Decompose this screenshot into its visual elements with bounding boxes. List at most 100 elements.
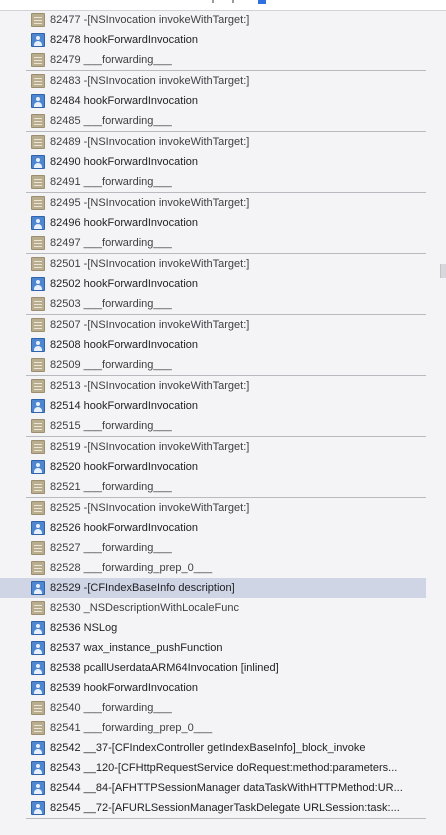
stack-frame-row[interactable]: 82514 hookForwardInvocation: [26, 396, 426, 416]
stack-frame-row[interactable]: 82490 hookForwardInvocation: [26, 152, 426, 172]
system-library-icon: [31, 480, 45, 494]
stack-frame-row[interactable]: 82529 -[CFIndexBaseInfo description]: [0, 578, 426, 598]
user-code-icon: [31, 621, 45, 635]
stack-frame-row[interactable]: 82537 wax_instance_pushFunction: [26, 638, 426, 658]
frame-number: 82520: [50, 461, 81, 473]
frame-number: 82509: [50, 359, 81, 371]
stack-frame-row[interactable]: 82542 __37-[CFIndexController getIndexBa…: [26, 738, 426, 758]
frame-number: 82478: [50, 34, 81, 46]
system-library-icon: [31, 53, 45, 67]
system-library-icon: [31, 236, 45, 250]
frame-label: 82495 -[NSInvocation invokeWithTarget:]: [50, 196, 249, 210]
stack-frame-row[interactable]: 82519 -[NSInvocation invokeWithTarget:]: [26, 437, 426, 457]
stack-frame-row[interactable]: 82509 ___forwarding___: [26, 355, 426, 375]
toolbar-control[interactable]: [232, 0, 234, 3]
user-code-icon: [31, 641, 45, 655]
frame-label: 82541 ___forwarding_prep_0___: [50, 721, 212, 735]
stack-frame-row[interactable]: 82496 hookForwardInvocation: [26, 213, 426, 233]
scrollbar[interactable]: [440, 264, 446, 278]
stack-frame-row[interactable]: 82521 ___forwarding___: [26, 477, 426, 497]
frame-number: 82508: [50, 339, 81, 351]
frame-label: 82502 hookForwardInvocation: [50, 277, 198, 291]
frame-label: 82527 ___forwarding___: [50, 541, 172, 555]
stack-frame-row[interactable]: 82484 hookForwardInvocation: [26, 91, 426, 111]
user-code-icon: [31, 781, 45, 795]
frame-label: 82490 hookForwardInvocation: [50, 155, 198, 169]
stack-frame-row[interactable]: 82543 __120-[CFHttpRequestService doRequ…: [26, 758, 426, 778]
system-library-icon: [31, 318, 45, 332]
frame-symbol: ___forwarding___: [83, 359, 172, 371]
frame-number: 82503: [50, 298, 81, 310]
stack-frame-row[interactable]: 82503 ___forwarding___: [26, 294, 426, 314]
stack-frame-row[interactable]: 82536 NSLog: [26, 618, 426, 638]
frame-label: 82530 _NSDescriptionWithLocaleFunc: [50, 601, 239, 615]
frame-symbol: ___forwarding___: [83, 481, 172, 493]
toolbar-control[interactable]: [212, 0, 214, 3]
frame-group: 82495 -[NSInvocation invokeWithTarget:] 8…: [26, 193, 426, 254]
stack-frame-row[interactable]: 82540 ___forwarding___: [26, 698, 426, 718]
stack-frame-row[interactable]: 82478 hookForwardInvocation: [26, 30, 426, 50]
frame-group: 82519 -[NSInvocation invokeWithTarget:] 8…: [26, 437, 426, 498]
frame-number: 82501: [50, 258, 81, 270]
stack-frame-row[interactable]: 82501 -[NSInvocation invokeWithTarget:]: [26, 254, 426, 274]
stack-frame-row[interactable]: 82483 -[NSInvocation invokeWithTarget:]: [26, 71, 426, 91]
frame-symbol: -[CFIndexBaseInfo description]: [83, 582, 235, 594]
stack-frame-row[interactable]: 82497 ___forwarding___: [26, 233, 426, 253]
stack-frame-row[interactable]: 82491 ___forwarding___: [26, 172, 426, 192]
stack-frame-row[interactable]: 82539 hookForwardInvocation: [26, 678, 426, 698]
user-code-icon: [31, 521, 45, 535]
stack-frame-row[interactable]: 82538 pcallUserdataARM64Invocation [inli…: [26, 658, 426, 678]
frame-symbol: -[NSInvocation invokeWithTarget:]: [83, 136, 250, 148]
system-library-icon: [31, 561, 45, 575]
user-code-icon: [31, 661, 45, 675]
frame-symbol: __84-[AFHTTPSessionManager dataTaskWithH…: [83, 782, 403, 794]
stack-frame-row[interactable]: 82527 ___forwarding___: [26, 538, 426, 558]
stack-frame-row[interactable]: 82489 -[NSInvocation invokeWithTarget:]: [26, 132, 426, 152]
frame-symbol: ___forwarding___: [83, 542, 172, 554]
stack-frame-row[interactable]: 82544 __84-[AFHTTPSessionManager dataTas…: [26, 778, 426, 798]
frame-symbol: ___forwarding___: [83, 298, 172, 310]
stack-frame-row[interactable]: 82485 ___forwarding___: [26, 111, 426, 131]
frame-symbol: ___forwarding___: [83, 702, 172, 714]
user-code-icon: [31, 338, 45, 352]
stack-frame-row[interactable]: 82507 -[NSInvocation invokeWithTarget:]: [26, 315, 426, 335]
stack-frame-row[interactable]: 82477 -[NSInvocation invokeWithTarget:]: [26, 10, 426, 30]
stack-frame-row[interactable]: 82495 -[NSInvocation invokeWithTarget:]: [26, 193, 426, 213]
frame-symbol: hookForwardInvocation: [83, 95, 198, 107]
system-library-icon: [31, 196, 45, 210]
frame-number: 82521: [50, 481, 81, 493]
user-code-icon: [31, 741, 45, 755]
frame-label: 82538 pcallUserdataARM64Invocation [inli…: [50, 661, 279, 675]
stack-frame-row[interactable]: 82508 hookForwardInvocation: [26, 335, 426, 355]
frame-number: 82483: [50, 75, 81, 87]
stack-frame-row[interactable]: 82530 _NSDescriptionWithLocaleFunc: [26, 598, 426, 618]
frame-label: 82478 hookForwardInvocation: [50, 33, 198, 47]
frame-label: 82503 ___forwarding___: [50, 297, 172, 311]
toolbar-selected-control[interactable]: [258, 0, 266, 4]
stack-frame-row[interactable]: 82502 hookForwardInvocation: [26, 274, 426, 294]
stack-frame-row[interactable]: 82525 -[NSInvocation invokeWithTarget:]: [26, 498, 426, 518]
frame-label: 82508 hookForwardInvocation: [50, 338, 198, 352]
stack-frame-row[interactable]: 82520 hookForwardInvocation: [26, 457, 426, 477]
stack-frame-row[interactable]: 82526 hookForwardInvocation: [26, 518, 426, 538]
frame-symbol: _NSDescriptionWithLocaleFunc: [83, 602, 239, 614]
system-library-icon: [31, 135, 45, 149]
stack-frame-row[interactable]: 82513 -[NSInvocation invokeWithTarget:]: [26, 376, 426, 396]
frame-symbol: -[NSInvocation invokeWithTarget:]: [83, 380, 250, 392]
frame-label: 82545 __72-[AFURLSessionManagerTaskDeleg…: [50, 801, 400, 815]
stack-frame-row[interactable]: 82528 ___forwarding_prep_0___: [26, 558, 426, 578]
frame-label: 82483 -[NSInvocation invokeWithTarget:]: [50, 74, 249, 88]
frame-label: 82479 ___forwarding___: [50, 53, 172, 67]
stack-frame-row[interactable]: 82479 ___forwarding___: [26, 50, 426, 70]
stack-frame-row[interactable]: 82545 __72-[AFURLSessionManagerTaskDeleg…: [26, 798, 426, 818]
frame-number: 82539: [50, 682, 81, 694]
frame-label: 82477 -[NSInvocation invokeWithTarget:]: [50, 13, 249, 27]
frame-number: 82491: [50, 176, 81, 188]
frame-symbol: __120-[CFHttpRequestService doRequest:me…: [83, 762, 398, 774]
frame-label: 82539 hookForwardInvocation: [50, 681, 198, 695]
stack-frame-row[interactable]: 82541 ___forwarding_prep_0___: [26, 718, 426, 738]
user-code-icon: [31, 581, 45, 595]
system-library-icon: [31, 601, 45, 615]
system-library-icon: [31, 541, 45, 555]
stack-frame-row[interactable]: 82515 ___forwarding___: [26, 416, 426, 436]
